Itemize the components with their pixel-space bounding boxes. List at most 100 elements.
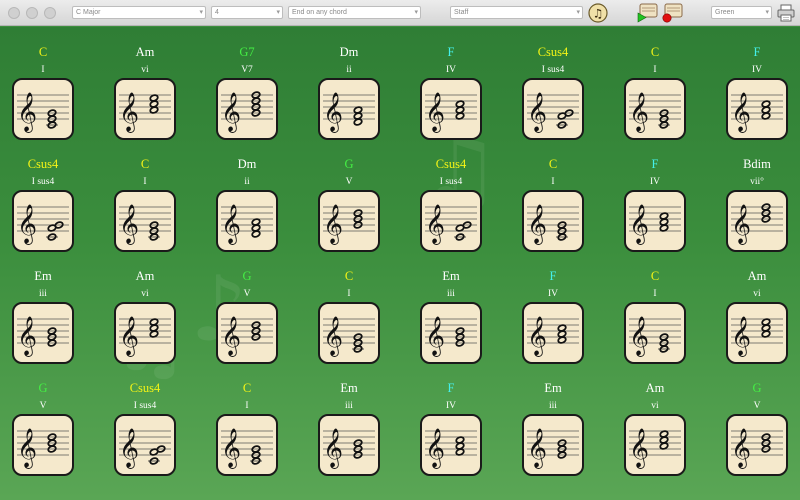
staff-tile[interactable]: 𝄞 — [318, 78, 380, 140]
chord-card[interactable]: C I 𝄞 — [604, 269, 706, 379]
chord-card[interactable]: Am vi 𝄞 — [94, 45, 196, 155]
roman-numeral: ii — [244, 177, 250, 187]
chord-card[interactable]: F IV 𝄞 — [502, 269, 604, 379]
zoom-window-button[interactable] — [44, 7, 56, 19]
treble-clef-icon: 𝄞 — [323, 92, 343, 133]
roman-numeral: vi — [753, 289, 761, 299]
ending-select-value: End on any chord — [292, 9, 347, 16]
chord-name: Csus4 — [435, 157, 467, 171]
chord-card[interactable]: Dm ii 𝄞 — [196, 157, 298, 267]
staff-tile[interactable]: 𝄞 — [216, 302, 278, 364]
theme-select[interactable]: Green ▾ — [711, 6, 772, 19]
staff-tile[interactable]: 𝄞 — [216, 190, 278, 252]
chord-card[interactable]: Am vi 𝄞 — [604, 381, 706, 491]
staff-tile[interactable]: 𝄞 — [114, 414, 176, 476]
staff-tile[interactable]: 𝄞 — [12, 78, 74, 140]
chord-card[interactable]: G7 V7 𝄞 — [196, 45, 298, 155]
chord-card[interactable]: G V 𝄞 — [196, 269, 298, 379]
chord-card[interactable]: C I 𝄞 — [94, 157, 196, 267]
play-icon[interactable] — [637, 3, 659, 23]
chord-card[interactable]: Csus4 I sus4 𝄞 — [400, 157, 502, 267]
treble-clef-icon: 𝄞 — [221, 92, 241, 133]
roman-numeral: IV — [547, 289, 559, 299]
staff-tile[interactable]: 𝄞 — [726, 78, 788, 140]
chord-card[interactable]: G V 𝄞 — [0, 381, 94, 491]
count-select[interactable]: 4 ▾ — [211, 6, 283, 19]
treble-clef-icon: 𝄞 — [323, 204, 343, 245]
chord-card[interactable]: Csus4 I sus4 𝄞 — [0, 157, 94, 267]
chord-card[interactable]: C I 𝄞 — [502, 157, 604, 267]
staff-tile[interactable]: 𝄞 — [216, 78, 278, 140]
chord-name: C — [140, 157, 150, 171]
chord-card[interactable]: Em iii 𝄞 — [0, 269, 94, 379]
chord-card[interactable]: C I 𝄞 — [196, 381, 298, 491]
staff-tile[interactable]: 𝄞 — [624, 302, 686, 364]
roman-numeral: I — [653, 289, 657, 299]
treble-clef-icon: 𝄞 — [17, 428, 37, 469]
record-icon[interactable] — [662, 3, 684, 23]
chord-card[interactable]: G V 𝄞 — [298, 157, 400, 267]
staff-tile[interactable]: 𝄞 — [522, 78, 584, 140]
staff-tile[interactable]: 𝄞 — [114, 190, 176, 252]
staff-tile[interactable]: 𝄞 — [726, 190, 788, 252]
staff-tile[interactable]: 𝄞 — [12, 302, 74, 364]
minimize-window-button[interactable] — [26, 7, 38, 19]
treble-clef-icon: 𝄞 — [731, 204, 751, 245]
chord-card[interactable]: Bdim vii° 𝄞 — [706, 157, 800, 267]
close-window-button[interactable] — [8, 7, 20, 19]
staff-tile[interactable]: 𝄞 — [624, 190, 686, 252]
chord-card[interactable]: F IV 𝄞 — [400, 381, 502, 491]
staff-tile[interactable]: 𝄞 — [420, 302, 482, 364]
staff-tile[interactable]: 𝄞 — [624, 414, 686, 476]
chord-card[interactable]: C I 𝄞 — [0, 45, 94, 155]
staff-tile[interactable]: 𝄞 — [624, 78, 686, 140]
chord-card[interactable]: Em iii 𝄞 — [298, 381, 400, 491]
staff-tile[interactable]: 𝄞 — [12, 414, 74, 476]
staff-tile[interactable]: 𝄞 — [726, 414, 788, 476]
display-select[interactable]: Staff ▾ — [450, 6, 583, 19]
chord-card[interactable]: Am vi 𝄞 — [94, 269, 196, 379]
staff-tile[interactable]: 𝄞 — [318, 302, 380, 364]
staff-tile[interactable]: 𝄞 — [522, 302, 584, 364]
roman-numeral: I sus4 — [31, 177, 55, 187]
chord-card[interactable]: F IV 𝄞 — [604, 157, 706, 267]
chord-card[interactable]: Csus4 I sus4 𝄞 — [94, 381, 196, 491]
staff-tile[interactable]: 𝄞 — [420, 414, 482, 476]
treble-clef-icon: 𝄞 — [425, 92, 445, 133]
staff-tile[interactable]: 𝄞 — [726, 302, 788, 364]
note-circle-icon[interactable]: ♫ — [588, 3, 608, 23]
chord-card[interactable]: Csus4 I sus4 𝄞 — [502, 45, 604, 155]
staff-tile[interactable]: 𝄞 — [420, 190, 482, 252]
staff-tile[interactable]: 𝄞 — [522, 414, 584, 476]
chord-name: Am — [747, 269, 767, 283]
staff-tile[interactable]: 𝄞 — [318, 190, 380, 252]
staff-tile[interactable]: 𝄞 — [420, 78, 482, 140]
staff-tile[interactable]: 𝄞 — [114, 302, 176, 364]
roman-numeral: I — [347, 289, 351, 299]
roman-numeral: I — [653, 65, 657, 75]
chord-card[interactable]: G V 𝄞 — [706, 381, 800, 491]
chord-card[interactable]: Em iii 𝄞 — [400, 269, 502, 379]
roman-numeral: iii — [549, 401, 557, 411]
chord-card[interactable]: Em iii 𝄞 — [502, 381, 604, 491]
staff-tile[interactable]: 𝄞 — [216, 414, 278, 476]
treble-clef-icon: 𝄞 — [119, 316, 139, 357]
staff-tile[interactable]: 𝄞 — [12, 190, 74, 252]
chord-card[interactable]: Am vi 𝄞 — [706, 269, 800, 379]
ending-select[interactable]: End on any chord ▾ — [288, 6, 421, 19]
staff-tile[interactable]: 𝄞 — [318, 414, 380, 476]
staff-tile[interactable]: 𝄞 — [522, 190, 584, 252]
print-icon[interactable] — [776, 3, 796, 23]
chord-card[interactable]: F IV 𝄞 — [400, 45, 502, 155]
roman-numeral: V7 — [241, 65, 253, 75]
treble-clef-icon: 𝄞 — [323, 428, 343, 469]
chord-card[interactable]: Dm ii 𝄞 — [298, 45, 400, 155]
treble-clef-icon: 𝄞 — [119, 92, 139, 133]
chord-name: F — [651, 157, 659, 171]
chord-card[interactable]: C I 𝄞 — [298, 269, 400, 379]
key-select[interactable]: C Major ▾ — [72, 6, 206, 19]
chord-card[interactable]: F IV 𝄞 — [706, 45, 800, 155]
chord-name: Csus4 — [27, 157, 59, 171]
chord-card[interactable]: C I 𝄞 — [604, 45, 706, 155]
staff-tile[interactable]: 𝄞 — [114, 78, 176, 140]
